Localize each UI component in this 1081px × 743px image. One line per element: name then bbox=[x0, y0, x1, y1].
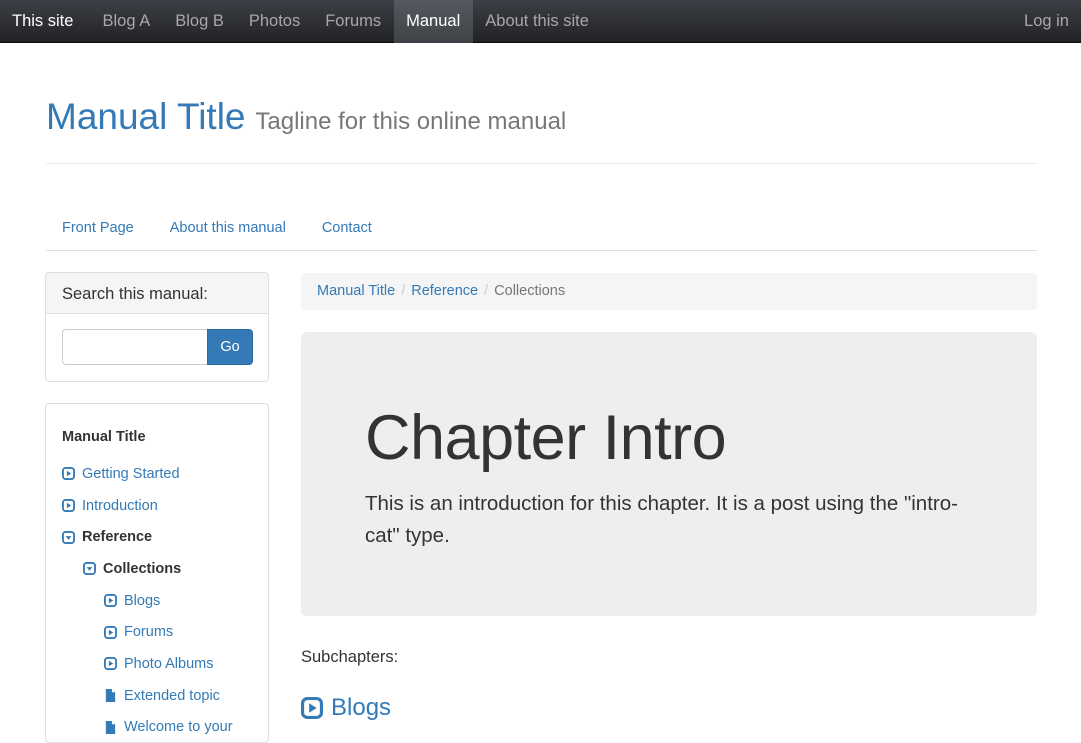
toc-item-getting-started[interactable]: Getting Started bbox=[62, 458, 233, 490]
toc-item-blogs[interactable]: Blogs bbox=[62, 585, 233, 617]
toc-item-introduction[interactable]: Introduction bbox=[62, 490, 233, 522]
manual-nav: Front Page About this manual Contact bbox=[46, 207, 1037, 251]
breadcrumb-separator: / bbox=[395, 283, 411, 299]
play-square-icon bbox=[301, 697, 323, 719]
subchapter-item-blogs[interactable]: Blogs bbox=[301, 694, 391, 722]
toc-item-extended-topic[interactable]: Extended topic bbox=[62, 680, 233, 712]
site-title[interactable]: Manual Title bbox=[46, 96, 246, 137]
toc-item-photo-albums[interactable]: Photo Albums bbox=[62, 648, 233, 680]
document-icon bbox=[104, 721, 117, 734]
play-square-icon bbox=[62, 467, 75, 480]
toc-item-reference[interactable]: Reference bbox=[62, 521, 233, 553]
toc-item-label: Forums bbox=[124, 624, 173, 640]
search-heading: Search this manual: bbox=[46, 273, 268, 314]
nav-item-manual[interactable]: Manual bbox=[394, 0, 473, 43]
top-navbar: This site Blog A Blog B Photos Forums Ma… bbox=[0, 0, 1081, 43]
toc-item-label: Introduction bbox=[82, 498, 158, 514]
nav-item-photos[interactable]: Photos bbox=[236, 0, 312, 43]
toc-list: Getting Started Introduction Reference C… bbox=[62, 458, 233, 743]
toc-item-label: Blogs bbox=[124, 593, 160, 609]
chapter-title: Chapter Intro bbox=[365, 402, 726, 474]
manual-nav-front-page[interactable]: Front Page bbox=[46, 207, 150, 250]
search-input[interactable] bbox=[62, 329, 207, 365]
toc-item-welcome[interactable]: Welcome to your bbox=[62, 712, 233, 743]
breadcrumb: Manual Title/Reference/Collections bbox=[301, 273, 1037, 310]
breadcrumb-separator: / bbox=[478, 283, 494, 299]
search-panel: Search this manual: Go bbox=[45, 272, 269, 382]
play-square-icon bbox=[104, 626, 117, 639]
login-link[interactable]: Log in bbox=[1024, 0, 1069, 43]
nav-item-blog-b[interactable]: Blog B bbox=[163, 0, 237, 43]
nav-item-blog-a[interactable]: Blog A bbox=[90, 0, 163, 43]
subchapter-label: Blogs bbox=[331, 694, 391, 722]
brand-link[interactable]: This site bbox=[0, 0, 85, 43]
breadcrumb-manual-title[interactable]: Manual Title bbox=[317, 283, 395, 299]
nav-item-about-site[interactable]: About this site bbox=[473, 0, 602, 43]
toc-item-forums[interactable]: Forums bbox=[62, 616, 233, 648]
nav-item-forums[interactable]: Forums bbox=[313, 0, 394, 43]
toc-item-label: Extended topic bbox=[124, 688, 220, 704]
collapse-down-square-icon bbox=[83, 562, 96, 575]
toc-title[interactable]: Manual Title bbox=[62, 429, 146, 445]
play-square-icon bbox=[62, 499, 75, 512]
site-tagline: Tagline for this online manual bbox=[255, 108, 566, 135]
toc-item-collections[interactable]: Collections bbox=[62, 553, 233, 585]
play-square-icon bbox=[104, 657, 117, 670]
toc-item-label: Photo Albums bbox=[124, 656, 213, 672]
toc-item-label: Welcome to your bbox=[124, 719, 233, 735]
top-nav-menu: Blog A Blog B Photos Forums Manual About… bbox=[90, 0, 601, 43]
site-header: Manual Title Tagline for this online man… bbox=[46, 96, 1037, 164]
collapse-down-square-icon bbox=[62, 531, 75, 544]
document-icon bbox=[104, 689, 117, 702]
play-square-icon bbox=[104, 594, 117, 607]
toc-item-label: Collections bbox=[103, 561, 181, 577]
subchapters-label: Subchapters: bbox=[301, 648, 398, 667]
chapter-intro-text: This is an introduction for this chapter… bbox=[365, 488, 965, 552]
manual-nav-about[interactable]: About this manual bbox=[154, 207, 302, 250]
chapter-intro-jumbotron: Chapter Intro This is an introduction fo… bbox=[301, 332, 1037, 616]
breadcrumb-current: Collections bbox=[494, 283, 565, 299]
toc-item-label: Getting Started bbox=[82, 466, 180, 482]
toc-panel: Manual Title Getting Started Introductio… bbox=[45, 403, 269, 743]
breadcrumb-reference[interactable]: Reference bbox=[411, 283, 478, 299]
toc-item-label: Reference bbox=[82, 529, 152, 545]
go-button[interactable]: Go bbox=[207, 329, 253, 365]
manual-nav-contact[interactable]: Contact bbox=[306, 207, 388, 250]
search-form: Go bbox=[62, 329, 253, 365]
